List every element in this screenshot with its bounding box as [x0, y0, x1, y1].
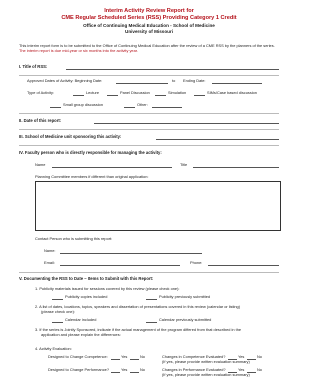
faculty-title-field[interactable] — [193, 167, 279, 168]
item-1-text: 1. Publicity materials issued for sessio… — [35, 286, 180, 291]
lecture-label: Lecture — [86, 90, 99, 95]
simulation-check[interactable] — [155, 95, 166, 96]
competence-label: Designed to Change Competence: — [48, 354, 108, 359]
item-2-line2: (please check one): — [41, 309, 75, 314]
panel-label: Panel Discussion — [120, 90, 150, 95]
publicity-submitted-label: Publicity previously submitted — [159, 294, 211, 299]
office-name: Office of Continuing Medical Education -… — [83, 23, 215, 28]
calendar-included-check[interactable] — [52, 322, 63, 323]
simulation-label: Simulation — [168, 90, 187, 95]
calendar-included-label: Calendar included — [65, 317, 97, 322]
sim-case-check[interactable] — [194, 95, 205, 96]
planning-label: Planning Committee members if different … — [35, 174, 149, 179]
other-label: Other: — [137, 102, 148, 107]
divider — [19, 145, 279, 146]
university-name: University of Missouri — [125, 29, 173, 34]
publicity-included-check[interactable] — [52, 299, 63, 300]
performance-yes-check[interactable] — [111, 372, 120, 373]
type-label: Type of Activity: — [27, 90, 55, 95]
planning-committee-box[interactable] — [35, 181, 281, 231]
other-field[interactable] — [152, 107, 182, 108]
intro-paragraph: This interim report form is to be submit… — [19, 43, 279, 53]
contact-label: Contact Person who is submitting this re… — [35, 236, 113, 241]
performance-no-check[interactable] — [130, 372, 139, 373]
rss-title-field[interactable] — [66, 69, 279, 70]
divider — [19, 129, 279, 130]
contact-name-label: Name: — [44, 248, 56, 253]
divider — [19, 113, 279, 114]
email-label: Email: — [44, 260, 55, 265]
item-3-line2: application and please explain the diffe… — [41, 332, 121, 337]
competence-yes-label: Yes — [121, 354, 128, 359]
beginning-date-field[interactable] — [116, 83, 168, 84]
report-form: Interim Activity Review Report for CME R… — [0, 0, 298, 386]
performance-yes-label: Yes — [121, 367, 128, 372]
publicity-submitted-check[interactable] — [146, 299, 157, 300]
name-label: Name — [35, 162, 46, 167]
competence-eval-note: (If yes, please provide written evaluati… — [162, 359, 250, 364]
intro-due-note: The interim report is due mid-year or si… — [19, 48, 138, 53]
sim-case-label: SIMs/Case based discussion — [207, 90, 257, 95]
dates-label: Approved Dates of Activity: Beginning Da… — [27, 78, 103, 83]
competence-no-label: No — [140, 354, 145, 359]
sponsoring-unit-field[interactable] — [156, 139, 279, 140]
small-group-check[interactable] — [50, 107, 61, 108]
phone-field[interactable] — [208, 265, 279, 266]
divider — [19, 75, 279, 76]
ending-date-field[interactable] — [212, 83, 262, 84]
form-title-line1: Interim Activity Review Report for — [104, 8, 194, 14]
divider — [19, 272, 279, 273]
title-label: Title — [180, 162, 188, 167]
form-title-line2: CME Regular Scheduled Series (RSS) Provi… — [61, 15, 237, 21]
performance-no-label: No — [140, 367, 145, 372]
phone-label: Phone: — [190, 260, 203, 265]
performance-eval-note: (If yes, please provide written evaluati… — [162, 372, 250, 377]
section-5-heading: V. Documenting the RSS to Date – Items t… — [19, 276, 154, 281]
section-2-heading: II. Date of this report: — [19, 118, 62, 123]
email-field[interactable] — [60, 265, 180, 266]
section-3-heading: III. School of Medicine unit sponsoring … — [19, 134, 122, 139]
item-4-text: 4. Activity Evaluation: — [35, 346, 72, 351]
competence-yes-check[interactable] — [111, 359, 120, 360]
publicity-included-label: Publicity copies included — [65, 294, 108, 299]
small-group-label: Small group discussion — [63, 102, 104, 107]
competence-no-check[interactable] — [130, 359, 139, 360]
other-check[interactable] — [124, 107, 135, 108]
contact-name-field[interactable] — [60, 253, 202, 254]
to-label: to — [172, 78, 176, 83]
competence-eval-no-label: No — [257, 354, 262, 359]
section-4-heading: IV. Faculty person who is directly respo… — [19, 150, 162, 155]
panel-check[interactable] — [107, 95, 118, 96]
report-date-field[interactable] — [94, 123, 279, 124]
ending-date-label: Ending Date: — [183, 78, 206, 83]
calendar-submitted-label: Calendar previously submitted — [159, 317, 212, 322]
lecture-check[interactable] — [73, 95, 84, 96]
section-1-heading: I. Title of RSS: — [19, 64, 48, 69]
performance-eval-no-label: No — [257, 367, 262, 372]
calendar-submitted-check[interactable] — [146, 322, 157, 323]
performance-label: Designed to Change Performance? — [48, 367, 109, 372]
faculty-name-field[interactable] — [52, 167, 172, 168]
